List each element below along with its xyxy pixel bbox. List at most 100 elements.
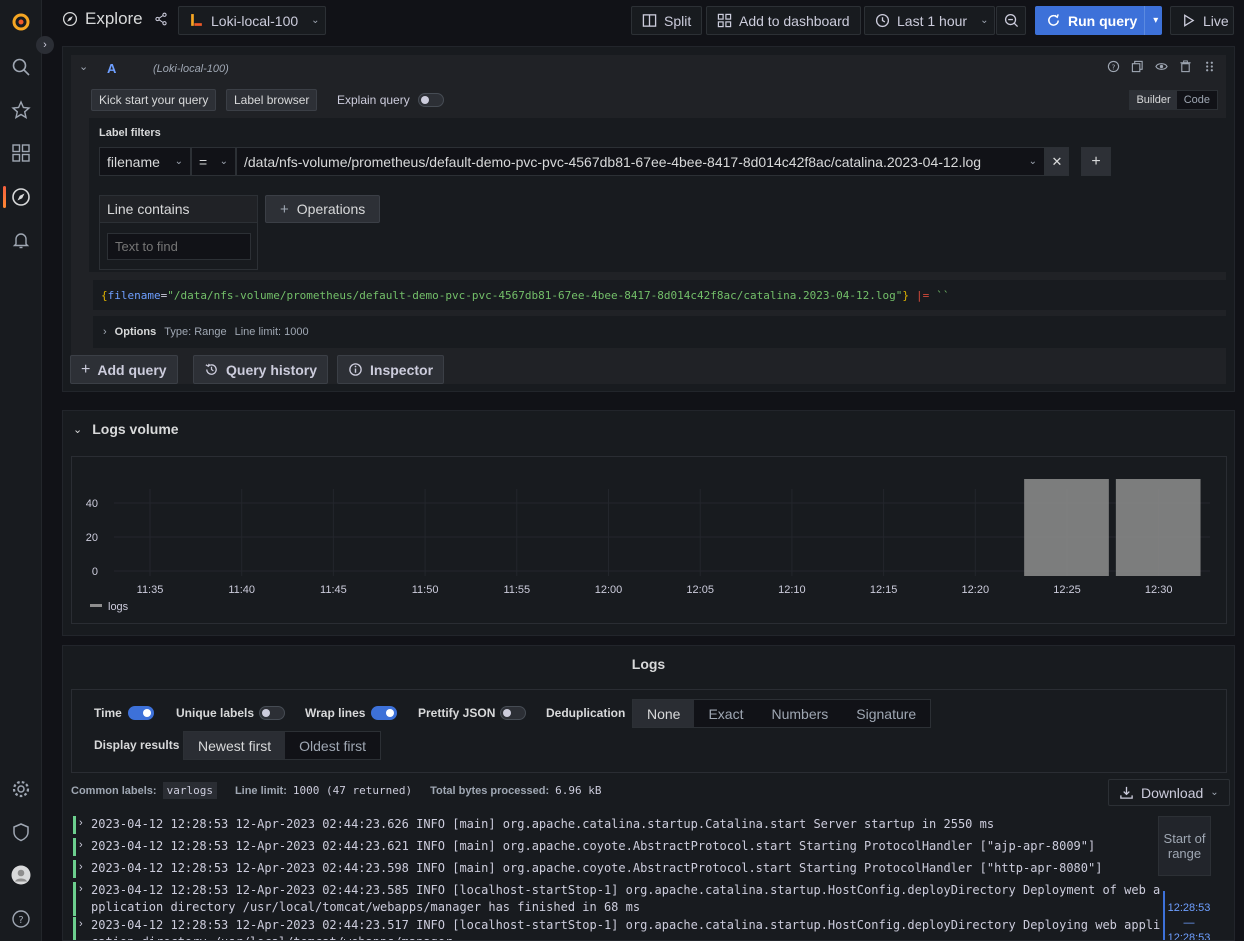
label-name-value: filename bbox=[107, 153, 160, 170]
remove-filter-button[interactable]: ✕ bbox=[1045, 147, 1069, 176]
dedup-none-option[interactable]: None bbox=[633, 700, 695, 727]
close-icon: ✕ bbox=[1051, 153, 1063, 169]
plus-icon: + bbox=[1091, 152, 1101, 170]
download-icon bbox=[1119, 785, 1134, 800]
prettify-json-toggle[interactable] bbox=[500, 706, 526, 720]
operator-select[interactable]: = ⌄ bbox=[191, 147, 236, 176]
query-datasource-label: (Loki-local-100) bbox=[153, 63, 229, 75]
logs-volume-header[interactable]: ⌄ Logs volume bbox=[73, 421, 179, 437]
oldest-first-option[interactable]: Oldest first bbox=[285, 732, 380, 759]
line-contains-title: Line contains bbox=[100, 196, 257, 223]
log-line[interactable]: 2023-04-12 12:28:53 12-Apr-2023 02:44:23… bbox=[91, 882, 1171, 899]
log-line[interactable]: 2023-04-12 12:28:53 12-Apr-2023 02:44:23… bbox=[91, 838, 1171, 855]
log-line-continuation: pplication directory /usr/local/tomcat/w… bbox=[91, 900, 641, 914]
y-tick-label: 40 bbox=[86, 498, 98, 510]
x-tick-label: 11:45 bbox=[320, 584, 347, 596]
log-page-range[interactable]: 12:28:53 — 12:28:53 bbox=[1163, 891, 1213, 940]
expand-menu-chevron-icon[interactable]: › bbox=[36, 36, 54, 54]
time-range-picker[interactable]: Last 1 hour ⌄ bbox=[864, 6, 995, 35]
expand-log-chevron-icon[interactable]: › bbox=[79, 861, 83, 873]
user-avatar[interactable] bbox=[10, 864, 32, 886]
star-icon[interactable] bbox=[10, 99, 32, 121]
query-history-button[interactable]: Query history bbox=[193, 355, 329, 384]
expand-log-chevron-icon[interactable]: › bbox=[79, 883, 83, 895]
download-button[interactable]: Download ⌄ bbox=[1108, 779, 1230, 806]
kick-start-button[interactable]: Kick start your query bbox=[91, 89, 217, 111]
wrap-lines-toggle[interactable] bbox=[371, 706, 397, 720]
add-filter-button[interactable]: + bbox=[1081, 147, 1111, 176]
unique-labels-label: Unique labels bbox=[176, 706, 255, 720]
inspector-button[interactable]: Inspector bbox=[337, 355, 445, 384]
expand-log-chevron-icon[interactable]: › bbox=[79, 918, 83, 930]
svg-text:?: ? bbox=[1112, 62, 1116, 71]
start-of-range-button[interactable]: Start of range bbox=[1158, 816, 1211, 876]
operations-button[interactable]: + Operations bbox=[265, 195, 381, 223]
query-ref-id[interactable]: A bbox=[107, 61, 116, 76]
help-icon[interactable]: ? bbox=[10, 908, 32, 930]
add-to-dashboard-button[interactable]: Add to dashboard bbox=[706, 6, 861, 35]
explore-compass-icon[interactable] bbox=[10, 186, 32, 208]
legend-label: logs bbox=[108, 601, 129, 613]
zoom-out-button[interactable] bbox=[996, 6, 1026, 35]
help-icon[interactable]: ? bbox=[1107, 60, 1120, 76]
dedup-exact-option[interactable]: Exact bbox=[694, 700, 757, 727]
time-toggle[interactable] bbox=[128, 706, 154, 720]
expand-log-chevron-icon[interactable]: › bbox=[79, 817, 83, 829]
log-line[interactable]: 2023-04-12 12:28:53 12-Apr-2023 02:44:23… bbox=[91, 860, 1171, 877]
grafana-logo-icon[interactable] bbox=[10, 11, 32, 33]
datasource-name: Loki-local-100 bbox=[211, 12, 299, 29]
newest-first-option[interactable]: Newest first bbox=[184, 732, 286, 759]
refresh-icon bbox=[1046, 13, 1061, 28]
code-mode-button[interactable]: Code bbox=[1177, 91, 1217, 109]
text-to-find-input[interactable] bbox=[107, 233, 251, 260]
split-button[interactable]: Split bbox=[631, 6, 703, 35]
trash-icon[interactable] bbox=[1179, 60, 1192, 76]
add-to-dashboard-label: Add to dashboard bbox=[739, 12, 850, 29]
run-query-interval-chevron-icon[interactable]: ▾ bbox=[1144, 6, 1158, 35]
run-query-label: Run query bbox=[1068, 12, 1138, 29]
deduplication-label: Deduplication bbox=[546, 706, 626, 720]
duplicate-query-icon[interactable] bbox=[1131, 60, 1144, 76]
plus-icon: + bbox=[280, 200, 289, 218]
x-tick-label: 12:30 bbox=[1145, 584, 1173, 596]
dashboards-icon[interactable] bbox=[10, 142, 32, 164]
explain-query-toggle[interactable] bbox=[418, 93, 444, 107]
builder-mode-button[interactable]: Builder bbox=[1130, 91, 1177, 109]
x-tick-label: 12:00 bbox=[595, 584, 623, 596]
operator-value: = bbox=[199, 153, 208, 170]
log-line[interactable]: 2023-04-12 12:28:53 12-Apr-2023 02:44:23… bbox=[91, 816, 1171, 833]
eye-icon[interactable] bbox=[1155, 60, 1168, 76]
run-query-button[interactable]: Run query ▾ bbox=[1035, 6, 1162, 35]
editor-mode-switch: Builder Code bbox=[1129, 90, 1218, 110]
label-browser-button[interactable]: Label browser bbox=[226, 89, 318, 111]
drag-handle-icon[interactable] bbox=[1203, 60, 1216, 76]
label-name-select[interactable]: filename ⌄ bbox=[99, 147, 191, 176]
label-value-select[interactable]: /data/nfs-volume/prometheus/default-demo… bbox=[236, 147, 1045, 176]
unique-labels-toggle[interactable] bbox=[259, 706, 285, 720]
time-range-label: Last 1 hour bbox=[897, 12, 968, 29]
x-tick-label: 12:20 bbox=[962, 584, 990, 596]
collapse-chevron-icon[interactable]: ⌄ bbox=[79, 60, 88, 73]
query-row-actions: ? bbox=[1107, 60, 1216, 76]
add-query-button[interactable]: + Add query bbox=[70, 355, 178, 384]
settings-gear-icon[interactable] bbox=[10, 778, 32, 800]
add-query-label: Add query bbox=[97, 361, 167, 378]
dedup-signature-option[interactable]: Signature bbox=[842, 700, 930, 727]
query-builder-area: Label filters filename ⌄ = ⌄ /data/nfs-v… bbox=[89, 118, 1226, 272]
log-level-indicator bbox=[73, 882, 76, 916]
expand-log-chevron-icon[interactable]: › bbox=[79, 839, 83, 851]
info-icon bbox=[348, 362, 363, 377]
share-icon[interactable] bbox=[154, 12, 168, 26]
live-button[interactable]: Live bbox=[1170, 6, 1234, 35]
volume-bar bbox=[1024, 479, 1109, 576]
log-line-continuation: cation directory /usr/local/tomcat/webap… bbox=[91, 934, 1171, 940]
shield-icon[interactable] bbox=[10, 821, 32, 843]
common-labels-value: varlogs bbox=[162, 782, 217, 799]
query-options-row[interactable]: › Options Type: Range Line limit: 1000 bbox=[93, 316, 1226, 348]
alerting-bell-icon[interactable] bbox=[10, 229, 32, 251]
x-tick-label: 12:10 bbox=[778, 584, 806, 596]
dedup-numbers-option[interactable]: Numbers bbox=[757, 700, 842, 727]
search-icon[interactable] bbox=[10, 56, 32, 78]
log-line[interactable]: 2023-04-12 12:28:53 12-Apr-2023 02:44:23… bbox=[91, 917, 1171, 934]
datasource-picker[interactable]: Loki-local-100 ⌄ bbox=[178, 6, 326, 35]
